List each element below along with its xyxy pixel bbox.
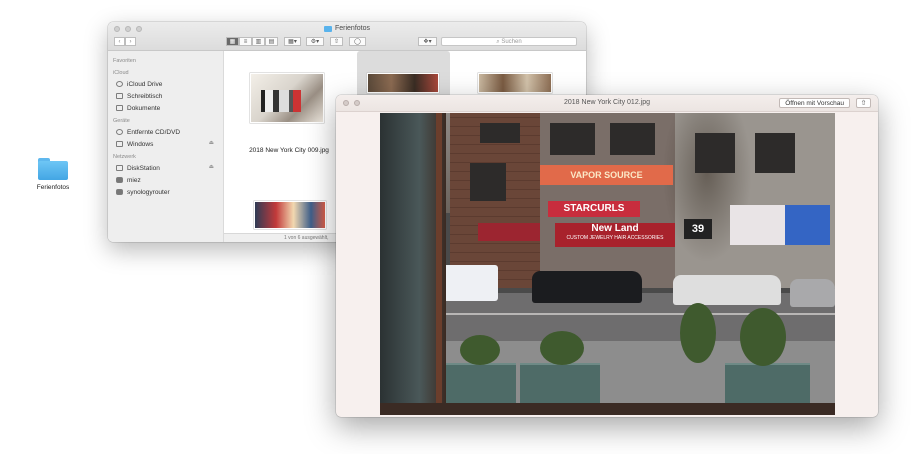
share-group: ⇧ <box>330 37 343 46</box>
file-thumbnail[interactable] <box>254 201 326 229</box>
list-view-button[interactable]: ≡ <box>239 37 252 46</box>
sidebar-item-miez[interactable]: miez <box>108 174 223 186</box>
display-icon <box>116 165 123 171</box>
eject-icon[interactable]: ⏏ <box>209 140 214 146</box>
gallery-view-button[interactable]: ▤ <box>265 37 278 46</box>
sidebar-heading-icloud: iCloud <box>113 70 129 76</box>
sidebar-heading-favoriten: Favoriten <box>113 58 136 64</box>
sidebar-item-label: Schreibtisch <box>127 92 163 100</box>
sign-number: 39 <box>684 219 712 239</box>
sidebar-item-windows[interactable]: Windows ⏏ <box>108 138 223 150</box>
quicklook-window: 2018 New York City 012.jpg Öffnen mit Vo… <box>336 95 878 417</box>
share-icon[interactable]: ⇧ <box>330 37 343 46</box>
desktop-icon <box>116 93 123 99</box>
sidebar-heading-netzwerk: Netzwerk <box>113 154 136 160</box>
file-label[interactable]: 2018 New York City 009.jpg <box>234 147 344 154</box>
sign-new-land-title: New Land <box>591 223 639 234</box>
dropbox-icon[interactable]: ❖▾ <box>418 37 437 46</box>
sidebar-item-label: iCloud Drive <box>127 80 163 88</box>
column-view-button[interactable]: ▥ <box>252 37 265 46</box>
sign-starcurls: STARCURLS <box>548 201 640 217</box>
dropbox-group: ❖▾ <box>418 37 437 46</box>
eject-icon[interactable]: ⏏ <box>209 164 214 170</box>
document-icon <box>116 105 123 111</box>
sidebar-item-label: DiskStation <box>127 164 160 172</box>
sidebar-item-diskstation[interactable]: DiskStation ⏏ <box>108 162 223 174</box>
action-group: ⚙▾ <box>306 37 324 46</box>
sidebar-item-entfernte-cd-dvd[interactable]: Entfernte CD/DVD <box>108 126 223 138</box>
finder-sidebar: Favoriten iCloud iCloud Drive Schreibtis… <box>108 51 224 242</box>
forward-button[interactable]: › <box>125 37 136 46</box>
file-thumbnail[interactable] <box>367 73 439 93</box>
view-mode-group: ▦ ≡ ▥ ▤ <box>226 37 278 46</box>
sidebar-item-label: miez <box>127 176 141 184</box>
desktop-folder-ferienfotos[interactable]: Ferienfotos <box>30 158 76 191</box>
file-thumbnail[interactable] <box>478 73 552 93</box>
sidebar-item-schreibtisch[interactable]: Schreibtisch <box>108 90 223 102</box>
sidebar-item-label: Dokumente <box>127 104 161 112</box>
sidebar-item-label: synologyrouter <box>127 188 170 196</box>
disc-icon <box>116 129 123 135</box>
finder-title-text: Ferienfotos <box>334 25 371 32</box>
arrange-group: ▦▾ <box>284 37 301 46</box>
sidebar-item-label: Windows <box>127 140 154 148</box>
icon-view-button[interactable]: ▦ <box>226 37 239 46</box>
server-icon <box>116 177 123 183</box>
file-thumbnail[interactable] <box>250 73 324 123</box>
sidebar-item-synologyrouter[interactable]: synologyrouter <box>108 186 223 198</box>
server-icon <box>116 189 123 195</box>
sidebar-item-dokumente[interactable]: Dokumente <box>108 102 223 114</box>
sign-new-land: New Land CUSTOM JEWELRY HAIR ACCESSORIES <box>555 223 675 247</box>
sidebar-heading-geraete: Geräte <box>113 118 130 124</box>
navigation-buttons: ‹ › <box>114 37 136 46</box>
quicklook-titlebar: 2018 New York City 012.jpg Öffnen mit Vo… <box>336 95 878 112</box>
preview-image: VAPOR SOURCE STARCURLS New Land CUSTOM J… <box>380 113 835 415</box>
search-field[interactable]: ⌕ Suchen <box>441 37 577 46</box>
display-icon <box>116 141 123 147</box>
finder-title: Ferienfotos <box>108 25 586 32</box>
search-icon: ⌕ <box>496 39 500 45</box>
share-icon[interactable]: ⇧ <box>856 98 871 108</box>
desktop-folder-label: Ferienfotos <box>36 184 70 191</box>
sign-new-land-sub: CUSTOM JEWELRY HAIR ACCESSORIES <box>566 235 664 241</box>
folder-icon <box>323 25 332 32</box>
sidebar-item-label: Entfernte CD/DVD <box>127 128 181 136</box>
search-placeholder: Suchen <box>501 39 522 45</box>
arrange-button[interactable]: ▦▾ <box>284 37 301 46</box>
sidebar-item-icloud-drive[interactable]: iCloud Drive <box>108 78 223 90</box>
open-with-preview-button[interactable]: Öffnen mit Vorschau <box>779 98 850 108</box>
folder-icon <box>38 158 68 180</box>
back-button[interactable]: ‹ <box>114 37 125 46</box>
tag-icon[interactable]: ◯ <box>349 37 366 46</box>
tags-group: ◯ <box>349 37 366 46</box>
gear-icon[interactable]: ⚙▾ <box>306 37 324 46</box>
cloud-icon <box>116 81 123 87</box>
sign-vapor-source: VAPOR SOURCE <box>540 165 673 185</box>
finder-titlebar: Ferienfotos ‹ › ▦ ≡ ▥ ▤ ▦▾ ⚙▾ ⇧ ◯ ❖▾ ⌕ S… <box>108 22 586 51</box>
